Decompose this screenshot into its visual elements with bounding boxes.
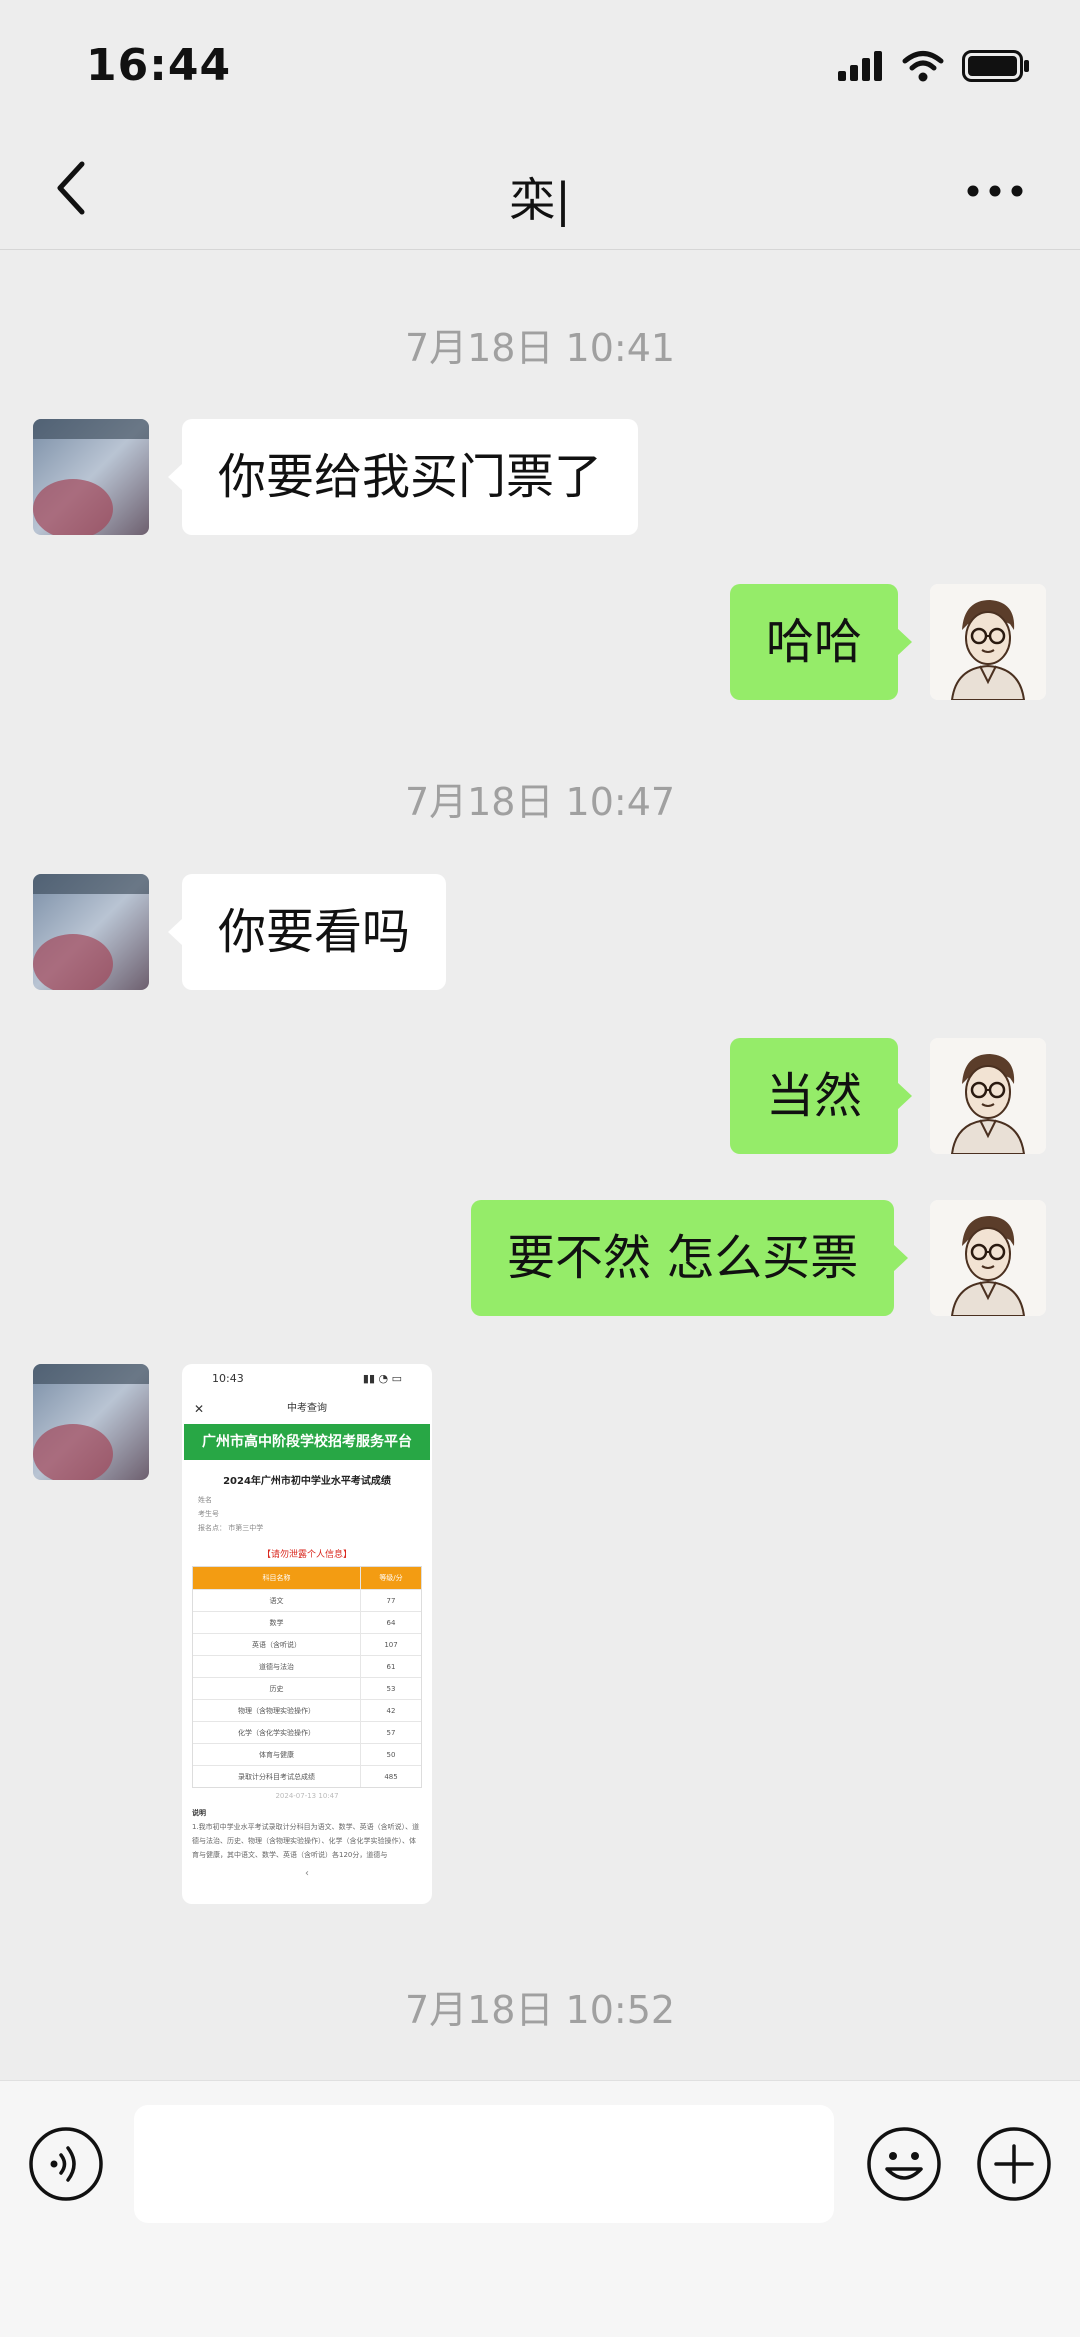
screenshot-nav: ✕ 中考查询	[182, 1394, 432, 1424]
table-cell: 化学（含化学实验操作）	[193, 1722, 361, 1743]
message-bubble-sent[interactable]: 要不然 怎么买票	[471, 1200, 909, 1316]
info-line: 姓名	[198, 1496, 212, 1504]
voice-input-button[interactable]	[27, 2125, 105, 2203]
table-header-cell: 科目名称	[193, 1567, 361, 1589]
table-cell: 42	[386, 1707, 396, 1715]
table-cell: 57	[386, 1729, 396, 1737]
table-row: 历史 53	[193, 1677, 421, 1699]
message-bubble-sent[interactable]: 哈哈	[730, 584, 913, 700]
score-table: 科目名称 等级/分 语文 77 数学 64 英语（含听说） 107 道德与法治 …	[192, 1566, 422, 1788]
info-line: 报名点： 市第三中学	[198, 1524, 264, 1532]
table-cell: 体育与健康	[193, 1744, 361, 1765]
table-cell: 50	[386, 1751, 396, 1759]
image-message[interactable]: 10:43 ▮▮ ◔ ▭ ✕ 中考查询 广州市高中阶段学校招考服务平台 2024…	[182, 1364, 432, 1904]
my-avatar[interactable]	[930, 1038, 1046, 1154]
my-avatar[interactable]	[930, 1200, 1046, 1316]
table-row: 录取计分科目考试总成绩 485	[193, 1765, 421, 1787]
more-dots-icon	[967, 182, 1023, 201]
table-cell: 107	[384, 1641, 398, 1649]
plus-icon	[975, 2127, 1053, 2207]
status-bar: 16:44	[0, 0, 1080, 130]
table-row: 道德与法治 61	[193, 1655, 421, 1677]
screenshot-nav-title: 中考查询	[287, 1403, 327, 1414]
table-cell: 历史	[193, 1678, 361, 1699]
chat-area[interactable]: 7月18日 10:41 你要给我买门票了 哈哈 7月18日 10:47 你要看吗…	[0, 251, 1080, 2081]
more-options-button[interactable]	[960, 166, 1030, 216]
table-cell: 语文	[193, 1590, 361, 1611]
table-cell: 物理（含物理实验操作）	[193, 1700, 361, 1721]
table-cell: 道德与法治	[193, 1656, 361, 1677]
table-cell: 英语（含听说）	[193, 1634, 361, 1655]
close-icon: ✕	[194, 1402, 205, 1416]
screenshot-time: 10:43	[212, 1372, 244, 1385]
table-row: 语文 77	[193, 1589, 421, 1611]
screenshot-status-bar: 10:43 ▮▮ ◔ ▭	[182, 1364, 432, 1394]
chat-title: 栾|	[509, 173, 571, 227]
table-row: 物理（含物理实验操作） 42	[193, 1699, 421, 1721]
message-bubble-received[interactable]: 你要看吗	[167, 874, 447, 990]
table-cell: 数学	[193, 1612, 361, 1633]
smiley-icon	[865, 2127, 943, 2207]
screenshot-warning: 【请勿泄露个人信息】	[261, 1550, 352, 1560]
signal-icon	[838, 51, 884, 85]
voice-icon	[27, 2127, 105, 2207]
my-avatar[interactable]	[930, 584, 1046, 700]
contact-avatar[interactable]	[33, 419, 149, 535]
more-functions-button[interactable]	[975, 2125, 1053, 2203]
screenshot-status-icons: ▮▮ ◔ ▭	[362, 1372, 402, 1385]
table-cell: 录取计分科目考试总成绩	[193, 1766, 361, 1787]
notes-heading: 说明	[192, 1809, 206, 1817]
wifi-icon	[902, 50, 944, 86]
table-header: 科目名称 等级/分	[193, 1567, 421, 1589]
message-bubble-sent[interactable]: 当然	[730, 1038, 913, 1154]
screenshot-date: 2024-07-13 10:47	[275, 1792, 339, 1800]
timestamp: 7月18日 10:47	[404, 780, 676, 824]
table-row: 化学（含化学实验操作） 57	[193, 1721, 421, 1743]
screenshot-banner: 广州市高中阶段学校招考服务平台	[184, 1424, 430, 1460]
table-cell: 77	[386, 1597, 396, 1605]
message-input[interactable]	[134, 2105, 834, 2223]
screenshot-info: 姓名 考生号 报名点： 市第三中学	[182, 1487, 432, 1541]
table-cell: 485	[384, 1773, 398, 1781]
timestamp: 7月18日 10:41	[404, 326, 676, 370]
contact-avatar[interactable]	[33, 874, 149, 990]
table-row: 体育与健康 50	[193, 1743, 421, 1765]
battery-icon	[962, 50, 1030, 86]
notes-text: 1.我市初中学业水平考试录取计分科目为语文、数学、英语（含听说）、道德与法治、历…	[192, 1823, 420, 1859]
contact-avatar[interactable]	[33, 1364, 149, 1480]
screenshot-notes: 说明 1.我市初中学业水平考试录取计分科目为语文、数学、英语（含听说）、道德与法…	[182, 1800, 432, 1868]
table-cell: 53	[386, 1685, 396, 1693]
table-cell: 61	[386, 1663, 396, 1671]
status-time: 16:44	[86, 40, 232, 91]
screenshot-subtitle: 2024年广州市初中学业水平考试成绩	[223, 1476, 391, 1487]
table-row: 数学 64	[193, 1611, 421, 1633]
emoji-button[interactable]	[865, 2125, 943, 2203]
screenshot-pager: ‹	[305, 1868, 309, 1879]
table-header-cell: 等级/分	[379, 1574, 403, 1582]
table-row: 英语（含听说） 107	[193, 1633, 421, 1655]
nav-bar: 栾|	[0, 130, 1080, 250]
timestamp: 7月18日 10:52	[404, 1988, 676, 2032]
message-bubble-received[interactable]: 你要给我买门票了	[167, 419, 639, 535]
info-line: 考生号	[198, 1510, 219, 1518]
table-cell: 64	[386, 1619, 396, 1627]
input-bar	[0, 2080, 1080, 2337]
status-icons	[838, 50, 1030, 86]
